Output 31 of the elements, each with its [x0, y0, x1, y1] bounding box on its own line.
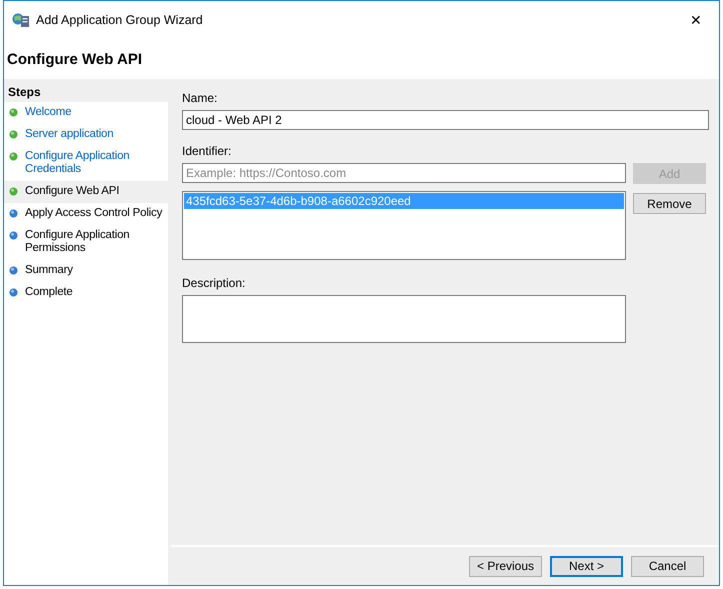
- identifier-label: Identifier:: [182, 144, 232, 158]
- step-item[interactable]: Configure Application Credentials: [4, 146, 168, 181]
- wizard-button[interactable]: < Previous: [469, 556, 542, 576]
- step-label: Configure Application Credentials: [25, 150, 130, 176]
- step-label: Server application: [25, 128, 114, 141]
- step-label: Apply Access Control Policy: [25, 207, 162, 220]
- steps-heading: Steps: [4, 82, 168, 102]
- close-button[interactable]: ✕: [681, 11, 711, 29]
- step-label: Complete: [25, 286, 73, 299]
- description-field[interactable]: [182, 295, 626, 343]
- step-item[interactable]: Server application: [4, 124, 168, 146]
- step-item[interactable]: Apply Access Control Policy: [4, 203, 168, 225]
- name-field[interactable]: cloud - Web API 2: [182, 110, 709, 130]
- step-item[interactable]: Welcome: [4, 102, 168, 124]
- identifier-field[interactable]: Example: https://Contoso.com: [182, 163, 626, 183]
- step-label: Configure Web API: [25, 185, 120, 198]
- description-label: Description:: [182, 276, 246, 290]
- wizard-button[interactable]: Next >: [550, 556, 623, 576]
- step-item[interactable]: Configure Application Permissions: [4, 225, 168, 260]
- page-title: Configure Web API: [7, 50, 142, 68]
- name-label: Name:: [182, 91, 218, 105]
- server-icon: [12, 12, 30, 28]
- step-item[interactable]: Summary: [4, 260, 168, 282]
- window-title: Add Application Group Wizard: [36, 13, 204, 27]
- step-label: Welcome: [25, 106, 72, 119]
- step-item[interactable]: Configure Web API: [4, 181, 168, 203]
- step-label: Summary: [25, 264, 73, 277]
- step-label: Configure Application Permissions: [25, 229, 130, 255]
- step-item[interactable]: Complete: [4, 282, 168, 304]
- wizard-button[interactable]: Cancel: [631, 556, 704, 576]
- remove-button[interactable]: Remove: [633, 193, 706, 214]
